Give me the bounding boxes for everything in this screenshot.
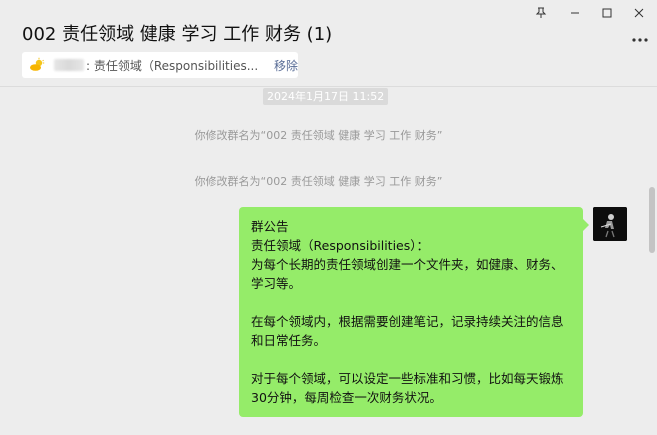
close-icon[interactable] bbox=[629, 4, 649, 22]
message-bubble[interactable]: 群公告 责任领域（Responsibilities）： 为每个长期的责任领域创建… bbox=[239, 207, 589, 417]
chat-window: 002 责任领域 健康 学习 工作 财务 (1) : 责任领域（Responsi… bbox=[0, 0, 657, 435]
sun-cloud-icon bbox=[28, 56, 46, 74]
bubble-line: 在每个领域内，根据需要创建笔记，记录持续关注的信息和日常任务。 bbox=[251, 314, 564, 348]
minimize-icon[interactable] bbox=[565, 4, 585, 22]
maximize-icon[interactable] bbox=[597, 4, 617, 22]
message-timestamp: 2024年1月17日 11:52 bbox=[263, 88, 389, 105]
bubble-line: 责任领域（Responsibilities）： bbox=[251, 238, 429, 253]
system-message: 你修改群名为“002 责任领域 健康 学习 工作 财务” bbox=[194, 129, 443, 142]
pin-icon[interactable] bbox=[531, 4, 551, 22]
scrollbar[interactable] bbox=[649, 187, 655, 253]
message-list[interactable]: 2024年1月17日 11:52 你修改群名为“002 责任领域 健康 学习 工… bbox=[0, 87, 657, 435]
pinned-announcement-bar[interactable]: : 责任领域（Responsibilities... 移除 bbox=[22, 52, 298, 78]
more-icon[interactable] bbox=[631, 28, 649, 47]
system-message: 你修改群名为“002 责任领域 健康 学习 工作 财务” bbox=[194, 175, 443, 188]
blurred-sender-name bbox=[54, 59, 84, 71]
chat-header: 002 责任领域 健康 学习 工作 财务 (1) : 责任领域（Responsi… bbox=[0, 0, 657, 87]
remove-pin-button[interactable]: 移除 bbox=[274, 57, 298, 74]
bubble-line: 为每个长期的责任领域创建一个文件夹，如健康、财务、学习等。 bbox=[251, 257, 564, 291]
chat-title: 002 责任领域 健康 学习 工作 财务 (1) bbox=[22, 24, 333, 45]
pinned-text: : 责任领域（Responsibilities... bbox=[86, 58, 259, 73]
bubble-heading: 群公告 bbox=[251, 219, 289, 234]
bubble-line: 对于每个领域，可以设定一些标准和习惯，比如每天锻炼30分钟，每周检查一次财务状况… bbox=[251, 371, 564, 405]
avatar[interactable] bbox=[593, 207, 627, 241]
